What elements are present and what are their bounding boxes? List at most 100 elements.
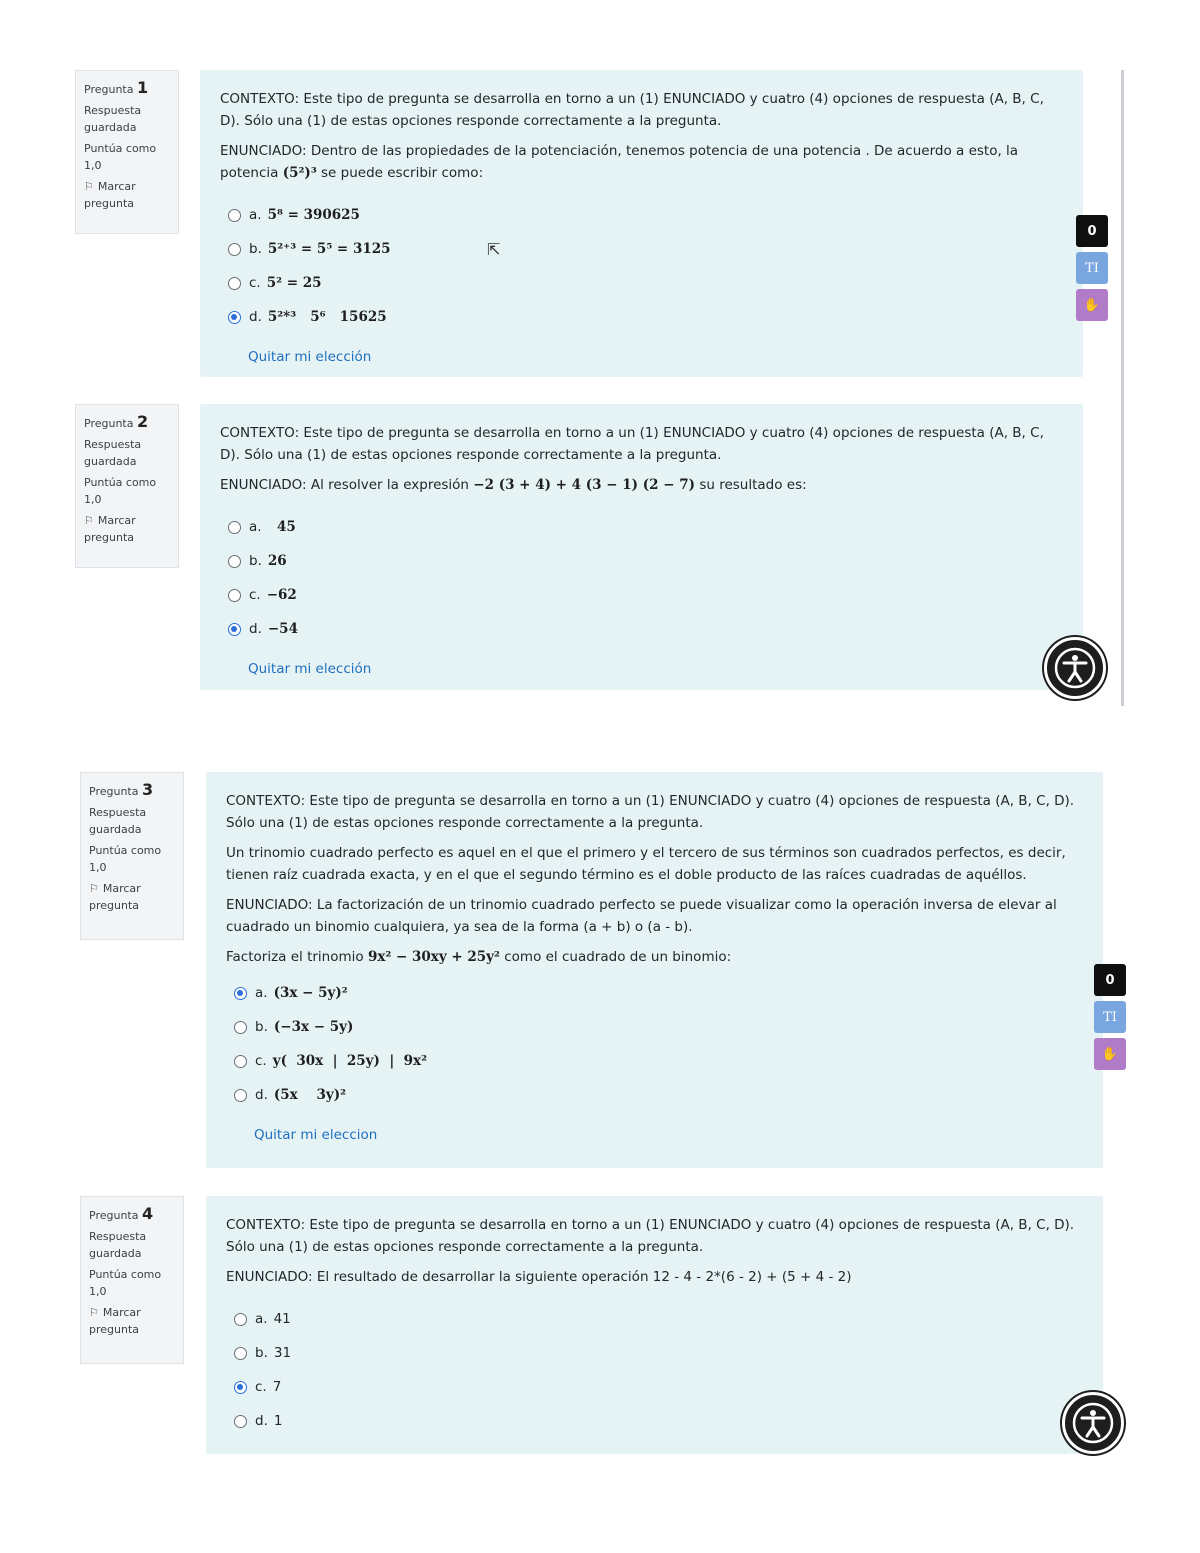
side-widget-1: 0 TI ✋ [1076,215,1108,326]
question-statement: ENUNCIADO: Al resolver la expresión −2 (… [220,477,807,493]
radio-icon[interactable] [234,1346,247,1360]
accessibility-button[interactable] [1062,1392,1124,1454]
question-label: Pregunta [84,83,134,96]
answer-option[interactable]: a. 5⁸ = 390625 [220,198,1063,232]
option-letter: c. [255,1053,267,1069]
question-card-3: CONTEXTO: Este tipo de pregunta se desar… [206,772,1103,1168]
flag-question[interactable]: ⚐ Marcar pregunta [89,1304,177,1338]
radio-icon[interactable] [234,1054,247,1068]
question-statement: ENUNCIADO: Dentro de las propiedades de … [220,143,1019,181]
option-text: 5²⁺³ = 5⁵ = 3125 [267,241,391,257]
option-text: −54 [267,621,298,637]
radio-icon[interactable] [228,554,241,568]
option-text: 5² = 25 [266,275,322,291]
clear-choice-link[interactable]: Quitar mi elección [248,346,1063,368]
option-letter: b. [249,553,262,569]
question-number: 3 [141,780,154,799]
option-text: 1 [273,1413,283,1429]
clear-choice-link[interactable]: Quitar mi elección [248,658,1063,680]
answer-option[interactable]: b. 31 [226,1336,1083,1370]
option-text: 7 [272,1379,282,1395]
question-card-2: CONTEXTO: Este tipo de pregunta se desar… [200,404,1083,690]
accessibility-button[interactable] [1044,637,1106,699]
answer-option[interactable]: d. (5x 3y)² [226,1078,1083,1112]
option-text: 41 [273,1311,291,1327]
answer-option[interactable]: d. −54 [220,612,1063,646]
option-letter: a. [255,985,268,1001]
answer-option[interactable]: c. −62 [220,578,1063,612]
flag-question[interactable]: ⚐ Marcar pregunta [84,178,172,212]
option-letter: b. [249,241,262,257]
option-text: (−3x − 5y) [273,1019,354,1035]
radio-icon[interactable] [228,520,241,534]
answer-option[interactable]: a. 45 [220,510,1063,544]
badge-counter[interactable]: 0 [1076,215,1108,247]
statement-math: 9x² − 30xy + 25y² [367,949,500,965]
radio-icon[interactable] [234,1020,247,1034]
question-info-1: Pregunta 1 Respuesta guardada Puntúa com… [75,70,179,234]
question-paragraph: Un trinomio cuadrado perfecto es aquel e… [226,845,1066,883]
accessibility-icon [1054,647,1096,689]
question-label: Pregunta [84,417,134,430]
options-list: a. 45 b. 26 c. −62 d. −54 [220,510,1063,646]
answer-option[interactable]: d. 5²*³ 5⁶ 15625 [220,300,1063,334]
scrollbar[interactable] [1121,70,1124,706]
question-context: CONTEXTO: Este tipo de pregunta se desar… [226,793,1075,831]
answer-option[interactable]: c. 5² = 25 [220,266,1063,300]
radio-checked-icon[interactable] [234,1380,247,1394]
question-context: CONTEXTO: Este tipo de pregunta se desar… [226,1217,1075,1255]
answer-option[interactable]: b. 5²⁺³ = 5⁵ = 3125 [220,232,1063,266]
radio-icon[interactable] [228,588,241,602]
radio-icon[interactable] [228,208,241,222]
clear-choice-link[interactable]: Quitar mi eleccion [254,1124,1083,1146]
radio-checked-icon[interactable] [228,310,241,324]
question-number: 1 [136,78,149,97]
badge-counter[interactable]: 0 [1094,964,1126,996]
option-letter: a. [249,207,262,223]
options-list: a. 5⁸ = 390625 b. 5²⁺³ = 5⁵ = 3125 c. 5² = 25… [220,198,1063,334]
answer-option[interactable]: a. 41 [226,1302,1083,1336]
answer-option[interactable]: b. (−3x − 5y) [226,1010,1083,1044]
option-text: 5²*³ 5⁶ 15625 [267,309,387,325]
question-card-4: CONTEXTO: Este tipo de pregunta se desar… [206,1196,1103,1454]
answer-option[interactable]: c. y( 30x | 25y) | 9x² [226,1044,1083,1078]
question-score: Puntúa como 1,0 [84,476,157,506]
question-info-2: Pregunta 2 Respuesta guardada Puntúa com… [75,404,179,568]
radio-icon[interactable] [234,1088,247,1102]
option-letter: c. [255,1379,267,1395]
translate-button[interactable]: TI [1094,1001,1126,1033]
question-statement: ENUNCIADO: El resultado de desarrollar l… [226,1269,852,1285]
flag-question[interactable]: ⚐ Marcar pregunta [89,880,177,914]
answer-option[interactable]: a. (3x − 5y)² [226,976,1083,1010]
option-letter: a. [249,519,262,535]
accessibility-icon [1072,1402,1114,1444]
radio-checked-icon[interactable] [234,986,247,1000]
option-letter: d. [255,1413,268,1429]
options-list: a. (3x − 5y)² b. (−3x − 5y) c. y( 30x | 25y) … [226,976,1083,1112]
option-letter: b. [255,1019,268,1035]
flag-icon: ⚐ [89,882,99,895]
option-letter: d. [249,621,262,637]
radio-icon[interactable] [234,1312,247,1326]
radio-icon[interactable] [234,1414,247,1428]
option-text: 31 [273,1345,292,1361]
options-list: a. 41 b. 31 c. 7 d. 1 [226,1302,1083,1438]
translate-button[interactable]: TI [1076,252,1108,284]
question-context: CONTEXTO: Este tipo de pregunta se desar… [220,91,1044,129]
radio-icon[interactable] [228,276,241,290]
answer-status: Respuesta guardada [84,104,142,134]
radio-icon[interactable] [228,242,241,256]
radio-checked-icon[interactable] [228,622,241,636]
statement-math: −2 (3 + 4) + 4 (3 − 1) (2 − 7) [473,477,696,493]
answer-option[interactable]: c. 7 [226,1370,1083,1404]
hand-icon[interactable]: ✋ [1094,1038,1126,1070]
option-text: 5⁸ = 390625 [267,207,360,223]
question-number: 2 [136,412,149,431]
option-text: 45 [267,519,296,535]
flag-question[interactable]: ⚐ Marcar pregunta [84,512,172,546]
answer-option[interactable]: b. 26 [220,544,1063,578]
hand-icon[interactable]: ✋ [1076,289,1108,321]
answer-option[interactable]: d. 1 [226,1404,1083,1438]
question-task: Factoriza el trinomio 9x² − 30xy + 25y² … [226,949,732,965]
option-letter: d. [249,309,262,325]
